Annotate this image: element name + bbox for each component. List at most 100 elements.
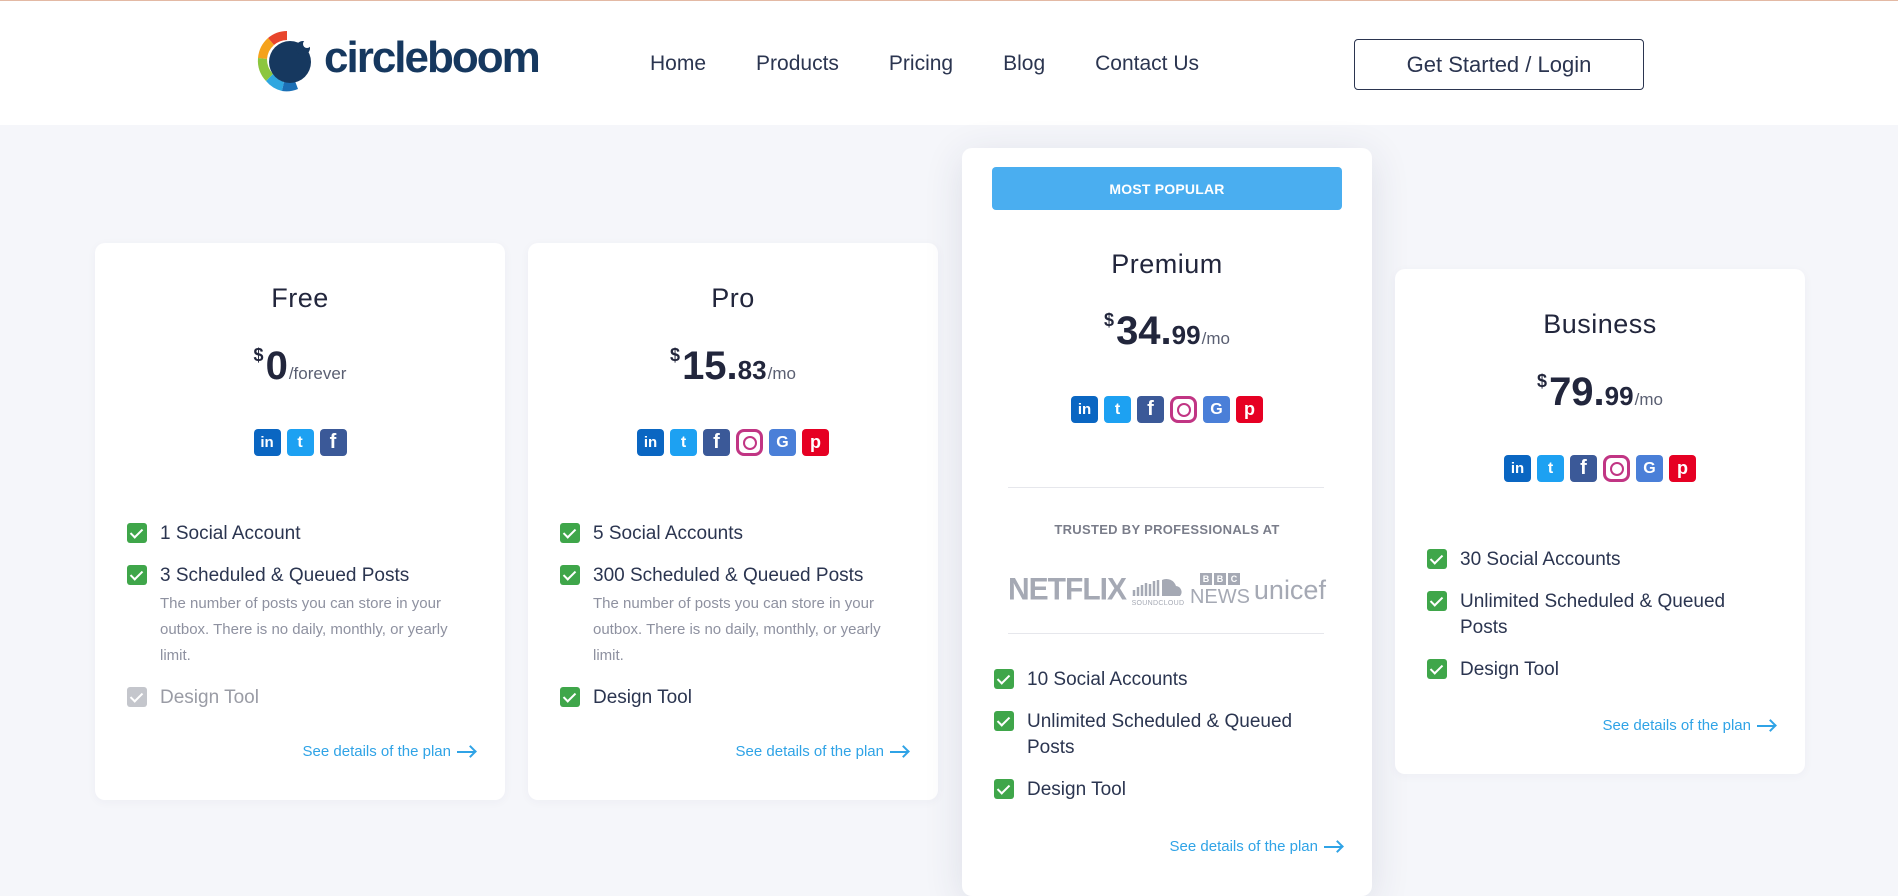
feature-list: 10 Social Accounts Unlimited Scheduled &… <box>994 667 1342 819</box>
soundcloud-logo: SOUNDCLOUD <box>1130 574 1186 607</box>
arrow-right-icon <box>1324 845 1342 848</box>
instagram-icon <box>1603 455 1630 482</box>
check-icon <box>994 711 1014 731</box>
circleboom-logo[interactable]: circleboom <box>254 27 541 95</box>
nav-pricing[interactable]: Pricing <box>889 49 953 79</box>
price-currency: $ <box>1537 371 1548 391</box>
divider <box>1008 487 1324 488</box>
feature-item: Unlimited Scheduled & Queued Posts <box>994 709 1342 761</box>
bbc-news-label: NEWS <box>1189 586 1250 608</box>
feature-text: Design Tool <box>1027 779 1126 800</box>
arrow-right-icon <box>457 750 475 753</box>
instagram-icon <box>736 429 763 456</box>
instagram-icon <box>1170 396 1197 423</box>
price-integer: 15. <box>682 344 738 388</box>
see-details-link[interactable]: See details of the plan <box>1170 838 1342 855</box>
price-decimal: 99 <box>1604 381 1634 411</box>
arrow-right-icon <box>890 750 908 753</box>
nav-blog[interactable]: Blog <box>1003 49 1045 79</box>
check-icon <box>560 687 580 707</box>
feature-text: 300 Scheduled & Queued Posts <box>593 565 864 586</box>
plan-card-premium: MOST POPULAR Premium $ 34. 99 /mo in t f… <box>962 148 1372 896</box>
price-decimal: 83 <box>737 355 767 385</box>
feature-list: 5 Social Accounts 300 Scheduled & Queued… <box>560 521 914 727</box>
check-icon <box>560 523 580 543</box>
most-popular-badge: MOST POPULAR <box>992 167 1342 210</box>
feature-note: The number of posts you can store in you… <box>593 595 881 664</box>
trusted-brands: NETFLIX SOUNDCLOUD B B C NEWS unicef <box>1008 566 1326 614</box>
plan-card-pro: Pro $ 15. 83 /mo in t f G p 5 Social Acc… <box>528 243 938 800</box>
soundcloud-label: SOUNDCLOUD <box>1131 599 1185 607</box>
price-currency: $ <box>670 345 681 365</box>
feature-item: 300 Scheduled & Queued Posts The number … <box>560 563 914 669</box>
plan-name: Pro <box>711 283 755 313</box>
see-details-label: See details of the plan <box>302 743 451 760</box>
plan-name: Premium <box>1111 249 1223 279</box>
nav-products[interactable]: Products <box>756 49 839 79</box>
get-started-login-button[interactable]: Get Started / Login <box>1354 39 1644 90</box>
feature-item: Design Tool <box>560 685 914 711</box>
feature-item: 3 Scheduled & Queued Posts The number of… <box>127 563 481 669</box>
linkedin-icon: in <box>1071 396 1098 423</box>
twitter-icon: t <box>286 429 314 456</box>
feature-item: Design Tool <box>1427 657 1781 683</box>
see-details-link[interactable]: See details of the plan <box>303 743 475 760</box>
logo-wordmark: circleboom <box>324 33 541 82</box>
feature-note: The number of posts you can store in you… <box>160 595 448 664</box>
google-business-icon: G <box>769 429 796 456</box>
bbc-news-logo: B B C NEWS <box>1190 573 1250 607</box>
see-details-label: See details of the plan <box>735 743 884 760</box>
feature-text: 10 Social Accounts <box>1027 669 1188 690</box>
unicef-logo: unicef <box>1253 574 1326 605</box>
plan-name: Free <box>271 283 329 313</box>
price-integer: 79. <box>1549 370 1605 414</box>
google-business-icon: G <box>1203 396 1230 423</box>
feature-text: Unlimited Scheduled & Queued Posts <box>1027 711 1293 758</box>
check-icon <box>994 779 1014 799</box>
site-header: circleboom Home Products Pricing Blog Co… <box>0 1 1898 125</box>
plan-price: $ 79. 99 /mo <box>1395 369 1805 415</box>
bbc-letter: C <box>1227 573 1240 585</box>
check-icon <box>127 523 147 543</box>
price-integer: 34. <box>1116 309 1172 353</box>
plan-price: $ 0 /forever <box>95 343 505 389</box>
see-details-link[interactable]: See details of the plan <box>1603 717 1775 734</box>
check-disabled-icon <box>127 687 147 707</box>
plan-name: Business <box>1543 309 1657 339</box>
feature-list: 1 Social Account 3 Scheduled & Queued Po… <box>127 521 481 727</box>
price-currency: $ <box>1104 310 1115 330</box>
network-icons: in t f <box>95 429 505 456</box>
network-icons: in t f G p <box>962 396 1372 423</box>
network-icons: in t f G p <box>528 429 938 456</box>
feature-text: 3 Scheduled & Queued Posts <box>160 565 410 586</box>
feature-item: Unlimited Scheduled & Queued Posts <box>1427 589 1781 641</box>
main-nav: Home Products Pricing Blog Contact Us <box>650 49 1249 79</box>
see-details-label: See details of the plan <box>1169 838 1318 855</box>
feature-text: 5 Social Accounts <box>593 523 743 544</box>
network-icons: in t f G p <box>1395 455 1805 482</box>
feature-item: 30 Social Accounts <box>1427 547 1781 573</box>
plan-card-free: Free $ 0 /forever in t f 1 Social Accoun… <box>95 243 505 800</box>
plan-price: $ 15. 83 /mo <box>528 343 938 389</box>
feature-item: 1 Social Account <box>127 521 481 547</box>
feature-item: 5 Social Accounts <box>560 521 914 547</box>
nav-contact-us[interactable]: Contact Us <box>1095 49 1199 79</box>
price-period: /forever <box>288 364 347 383</box>
feature-item: Design Tool <box>127 685 481 711</box>
feature-text: Design Tool <box>160 687 259 708</box>
facebook-icon: f <box>1570 455 1597 482</box>
bbc-letter: B <box>1199 573 1212 585</box>
facebook-icon: f <box>1137 396 1164 423</box>
trusted-label: TRUSTED BY PROFESSIONALS AT <box>1054 522 1280 537</box>
divider <box>1008 633 1324 634</box>
check-icon <box>560 565 580 585</box>
see-details-link[interactable]: See details of the plan <box>736 743 908 760</box>
check-icon <box>127 565 147 585</box>
bbc-letter: B <box>1213 573 1226 585</box>
feature-text: Design Tool <box>593 687 692 708</box>
facebook-icon: f <box>319 429 347 456</box>
nav-home[interactable]: Home <box>650 49 706 79</box>
feature-item: Design Tool <box>994 777 1342 803</box>
feature-list: 30 Social Accounts Unlimited Scheduled &… <box>1427 547 1781 699</box>
linkedin-icon: in <box>637 429 664 456</box>
